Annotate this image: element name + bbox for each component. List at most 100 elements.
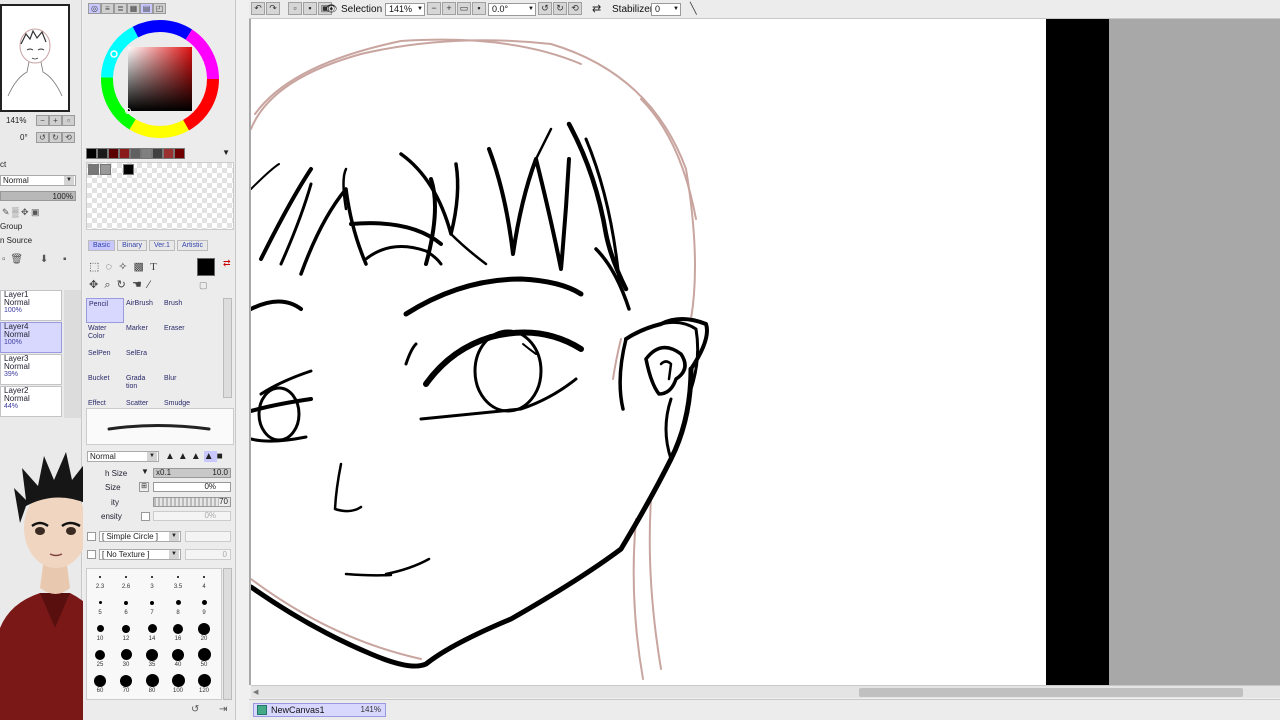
navigator-thumbnail[interactable] [0, 4, 70, 112]
zoom-fit-button[interactable]: ▭ [457, 2, 471, 15]
brush-size-scrollbar[interactable] [223, 568, 232, 700]
pencil-icon[interactable]: ✎ [2, 207, 10, 217]
scratchpad-icon[interactable]: ▤ [140, 3, 153, 14]
redo-icon[interactable]: ⇥ [219, 704, 227, 715]
shape-amount-field[interactable] [185, 531, 231, 542]
brush-size-cell[interactable]: 12 [113, 621, 139, 647]
brush-size-cell[interactable]: 100 [165, 673, 191, 699]
transparent-color-icon[interactable]: ▢ [199, 280, 208, 291]
magic-wand-icon[interactable]: ✧ [118, 261, 127, 273]
swatch-mode-icon[interactable]: ◰ [153, 3, 166, 14]
transparency-icon[interactable]: ▒ [12, 207, 18, 217]
eyedropper-icon[interactable]: ⁄ [148, 279, 150, 291]
brush-size-cell[interactable]: 3 [139, 569, 165, 595]
undo-icon[interactable]: ↺ [191, 704, 199, 715]
swatch[interactable] [152, 148, 163, 159]
tool-button[interactable]: Grada tion [124, 373, 162, 398]
brush-texture-select[interactable]: [ No Texture ] ▼ [99, 549, 181, 560]
brush-size-cell[interactable]: 120 [191, 673, 217, 699]
document-tab[interactable]: NewCanvas1 141% [253, 703, 386, 717]
antialiasing-icon[interactable]: ╲ [690, 2, 697, 15]
swatch[interactable] [174, 148, 185, 159]
layer-item[interactable]: Layer3 Normal 39% [0, 354, 62, 385]
brush-blend-select[interactable]: Normal ▼ [87, 451, 159, 462]
zoom-out-button[interactable]: − [427, 2, 441, 15]
primary-color-swatch[interactable] [197, 258, 215, 276]
undo-button[interactable]: ↶ [251, 2, 265, 15]
brush-size-cell[interactable]: 16 [165, 621, 191, 647]
brush-shape-icon[interactable]: ▲ [178, 451, 191, 462]
rotate-reset-button[interactable]: ⟲ [62, 132, 75, 143]
brush-size-cell[interactable]: 80 [139, 673, 165, 699]
layer-item-active[interactable]: Layer4 Normal 100% [0, 322, 62, 353]
zoom-reset-button[interactable]: ▪ [472, 2, 486, 15]
swatch[interactable] [163, 148, 174, 159]
tool-button[interactable]: SelEra [124, 348, 162, 373]
tool-button[interactable] [162, 348, 200, 373]
canvas-horizontal-scrollbar[interactable]: ◀ [251, 685, 1280, 698]
max-size-slider[interactable]: x0.1 10.0 [153, 468, 231, 478]
swatch[interactable] [130, 148, 141, 159]
brush-size-cell[interactable]: 50 [191, 647, 217, 673]
tab-binary[interactable]: Binary [117, 240, 147, 251]
density-slider[interactable]: 70 [153, 497, 231, 507]
drawing-canvas[interactable] [251, 19, 1046, 685]
rotate-left-button[interactable]: ↺ [36, 132, 49, 143]
brush-size-cell[interactable]: 2.6 [113, 569, 139, 595]
deselect-button[interactable]: ▫ [288, 2, 302, 15]
pressure-toggle-icon[interactable]: ⊞ [139, 482, 149, 492]
rotate-left-button[interactable]: ↺ [538, 2, 552, 15]
hand-icon[interactable]: ☚ [132, 279, 142, 291]
tool-button[interactable]: Eraser [162, 323, 200, 348]
new-layer-icon[interactable]: ▫ [2, 254, 6, 265]
swatch[interactable] [88, 164, 99, 175]
swatch[interactable] [86, 148, 97, 159]
tool-button[interactable]: Brush [162, 298, 200, 323]
angle-select[interactable]: 0.0° ▼ [488, 3, 536, 16]
invert-selection-button[interactable]: ▪ [303, 2, 317, 15]
zoom-select[interactable]: 141% ▼ [385, 3, 425, 16]
zoom-in-button[interactable]: + [49, 115, 62, 126]
tab-artistic[interactable]: Artistic [176, 240, 208, 251]
redo-button[interactable]: ↷ [266, 2, 280, 15]
tool-scrollbar[interactable] [223, 298, 232, 398]
rotate-reset-button[interactable]: ⟲ [568, 2, 582, 15]
swatch[interactable] [141, 148, 152, 159]
color-wheel[interactable] [100, 19, 220, 139]
tool-button[interactable]: Pencil [86, 298, 124, 323]
zoom-reset-button[interactable]: ▫ [62, 115, 75, 126]
swatch[interactable] [123, 164, 134, 175]
swatch[interactable] [108, 148, 119, 159]
hue-ring[interactable] [100, 19, 220, 139]
swatch[interactable] [97, 148, 108, 159]
swap-colors-icon[interactable]: ⇄ [223, 258, 231, 269]
color-wheel-mode-icon[interactable]: ◎ [88, 3, 101, 14]
merge-icon[interactable]: ⬇ [40, 254, 48, 265]
rotate-right-button[interactable]: ↻ [553, 2, 567, 15]
texture-checkbox[interactable] [87, 550, 96, 559]
scroll-left-icon[interactable]: ◀ [253, 688, 258, 696]
brush-size-cell[interactable]: 4 [191, 569, 217, 595]
brush-size-cell[interactable]: 30 [113, 647, 139, 673]
layer-blend-select[interactable]: Normal ▼ [0, 175, 76, 186]
brush-size-cell[interactable]: 70 [113, 673, 139, 699]
brush-size-cell[interactable]: 3.5 [165, 569, 191, 595]
layer-scrollbar[interactable] [64, 290, 81, 418]
tool-button[interactable]: Marker [124, 323, 162, 348]
swatch[interactable] [100, 164, 111, 175]
tool-button[interactable]: Bucket [86, 373, 124, 398]
brush-size-cell[interactable]: 14 [139, 621, 165, 647]
intensity-checkbox[interactable] [141, 512, 150, 521]
brush-shape-select[interactable]: [ Simple Circle ] ▼ [99, 531, 181, 542]
shape-checkbox[interactable] [87, 532, 96, 541]
text-tool-icon[interactable]: T [150, 261, 157, 273]
brush-size-cell[interactable]: 8 [165, 595, 191, 621]
brush-shape-icon[interactable]: ■ [217, 451, 226, 462]
tab-basic[interactable]: Basic [88, 240, 116, 251]
brush-size-cell[interactable]: 2.3 [87, 569, 113, 595]
hsv-slider-icon[interactable]: ≣ [114, 3, 127, 14]
tool-button[interactable]: Water Color [86, 323, 124, 348]
eye-icon[interactable]: 👁 [325, 4, 338, 15]
layer-item[interactable]: Layer1 Normal 100% [0, 290, 62, 321]
tool-button[interactable]: AirBrush [124, 298, 162, 323]
